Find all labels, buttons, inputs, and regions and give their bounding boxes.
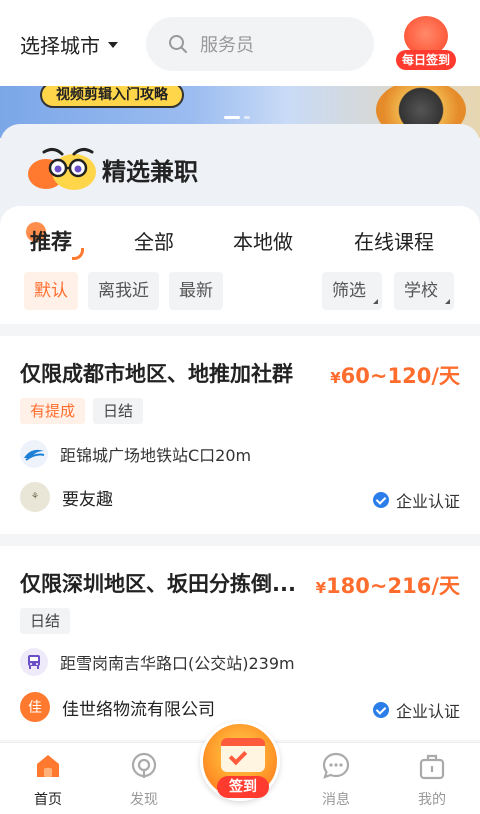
daily-signin-button[interactable]: 每日签到 <box>396 16 456 72</box>
city-label: 选择城市 <box>20 34 100 58</box>
tag-daily-pay: 日结 <box>20 608 71 634</box>
nav-home[interactable]: 首页 <box>18 751 78 809</box>
verified-label: 企业认证 <box>395 702 460 721</box>
nav-discover-label: 发现 <box>130 792 158 808</box>
checkin-button[interactable]: 签到 <box>200 721 280 801</box>
salary-value: 60~120/天 <box>340 364 460 388</box>
salary-currency: ¥ <box>315 579 327 597</box>
company-logo: ⚘ <box>20 482 50 512</box>
nav-messages[interactable]: 消息 <box>306 751 366 809</box>
company-name: 佳世络物流有限公司 <box>62 699 215 720</box>
chip-school[interactable]: 学校 <box>394 272 454 310</box>
job-tags: 日结 <box>20 608 71 634</box>
location-text: 距雪岗南吉华路口(公交站)239m <box>60 654 295 673</box>
nav-profile[interactable]: 我的 <box>402 751 462 809</box>
chip-latest[interactable]: 最新 <box>169 272 223 310</box>
corner-triangle-icon <box>373 299 378 304</box>
metro-icon <box>20 440 48 468</box>
tab-underline-swoosh <box>72 248 84 260</box>
salary-currency: ¥ <box>330 369 341 387</box>
chip-default[interactable]: 默认 <box>24 272 78 310</box>
job-tags: 有提成 日结 <box>20 398 144 424</box>
job-salary: ¥180~216/天 <box>316 570 460 600</box>
tab-recommend[interactable]: 推荐 <box>30 226 72 256</box>
verified-badge: 企业认证 <box>372 488 460 512</box>
daily-signin-label: 每日签到 <box>396 50 456 70</box>
verified-check-icon <box>372 492 389 508</box>
job-title: 仅限深圳地区、坂田分拣倒... <box>20 572 296 596</box>
job-location: 距锦城广场地铁站C口20m <box>20 440 251 468</box>
tab-all[interactable]: 全部 <box>134 226 174 255</box>
company-logo: 佳 <box>20 692 50 722</box>
job-title: 仅限成都市地区、地推加社群 <box>20 362 293 386</box>
job-card[interactable]: 仅限成都市地区、地推加社群 ¥60~120/天 有提成 日结 距锦城广场地铁站C… <box>0 336 480 534</box>
checkin-label: 签到 <box>217 776 269 798</box>
discover-icon <box>129 751 159 781</box>
bottom-nav: 首页 发现 签到 消息 我的 <box>0 721 480 814</box>
job-location: 距雪岗南吉华路口(公交站)239m <box>20 648 295 676</box>
search-input[interactable]: 服务员 <box>146 17 374 71</box>
tab-local[interactable]: 本地做 <box>233 226 293 255</box>
chip-nearby[interactable]: 离我近 <box>88 272 159 310</box>
verified-badge: 企业认证 <box>372 698 460 722</box>
chip-filter[interactable]: 筛选 <box>322 272 382 310</box>
nav-profile-label: 我的 <box>418 792 446 808</box>
location-text: 距锦城广场地铁站C口20m <box>60 446 252 465</box>
job-salary: ¥60~120/天 <box>330 360 460 390</box>
mascot-icon <box>28 147 96 190</box>
page-dot <box>224 116 240 119</box>
featured-title: 精选兼职 <box>102 158 198 186</box>
banner-button[interactable]: 视频剪辑入门攻略 <box>40 86 184 108</box>
featured-section: 精选兼职 推荐 全部 本地做 在线课程 默认 离我近 最新 筛选 学校 <box>0 124 480 324</box>
search-placeholder: 服务员 <box>200 35 254 56</box>
company-info[interactable]: ⚘ 要友趣 <box>20 482 113 512</box>
city-selector[interactable]: 选择城市 <box>20 30 118 59</box>
corner-triangle-icon <box>445 299 450 304</box>
caret-down-icon <box>108 41 118 48</box>
job-card[interactable]: 仅限深圳地区、坂田分拣倒... ¥180~216/天 日结 距雪岗南吉华路口(公… <box>0 546 480 740</box>
verified-check-icon <box>372 702 389 718</box>
tab-online-course[interactable]: 在线课程 <box>354 226 434 255</box>
search-icon <box>169 35 187 53</box>
profile-icon <box>417 751 447 781</box>
chip-school-label: 学校 <box>404 281 438 301</box>
chip-filter-label: 筛选 <box>332 281 366 301</box>
featured-header: 精选兼职 <box>0 124 480 206</box>
top-bar: 选择城市 服务员 每日签到 <box>0 0 480 86</box>
message-icon <box>321 751 351 781</box>
company-info[interactable]: 佳 佳世络物流有限公司 <box>20 692 215 722</box>
salary-value: 180~216/天 <box>326 574 460 598</box>
banner-pagination <box>224 116 250 119</box>
nav-messages-label: 消息 <box>322 792 350 808</box>
tag-daily-pay: 日结 <box>93 398 144 424</box>
filter-panel: 推荐 全部 本地做 在线课程 默认 离我近 最新 筛选 学校 <box>0 206 480 324</box>
home-icon <box>33 751 63 781</box>
nav-discover[interactable]: 发现 <box>114 751 174 809</box>
nav-home-label: 首页 <box>34 792 62 808</box>
category-tabs: 推荐 全部 本地做 在线课程 <box>0 222 480 260</box>
bus-icon <box>20 648 48 676</box>
tag-commission: 有提成 <box>20 398 86 424</box>
page-dot <box>244 116 250 119</box>
verified-label: 企业认证 <box>395 492 460 511</box>
company-name: 要友趣 <box>62 489 113 510</box>
sort-chips: 默认 离我近 最新 筛选 学校 <box>0 272 480 312</box>
